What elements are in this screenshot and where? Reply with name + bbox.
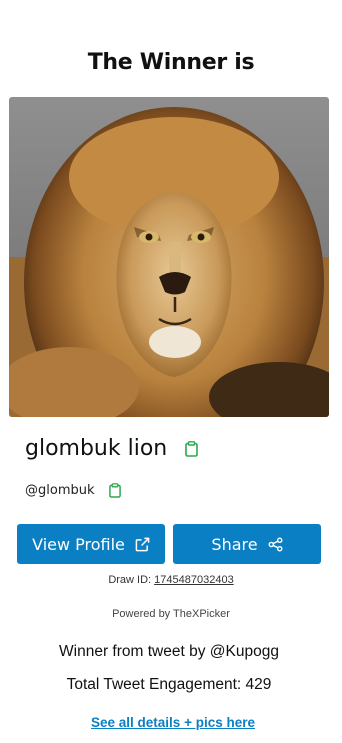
lion-image — [9, 97, 329, 417]
winner-photo — [9, 97, 329, 417]
share-icon — [268, 537, 283, 552]
view-profile-label: View Profile — [32, 534, 125, 554]
winner-name: glombuk lion — [25, 436, 168, 461]
draw-id-value[interactable]: 1745487032403 — [154, 574, 234, 586]
draw-id-label: Draw ID: — [108, 574, 152, 586]
page-title: The Winner is — [87, 50, 255, 75]
winner-handle-row: @glombuk — [25, 483, 121, 498]
winner-handle: @glombuk — [25, 483, 95, 498]
powered-by-text: Powered by TheXPicker — [112, 608, 230, 620]
share-button[interactable]: Share — [173, 524, 321, 564]
draw-id-line: Draw ID: 1745487032403 — [0, 574, 342, 586]
copy-handle-icon[interactable] — [108, 483, 121, 498]
tweet-engagement: Total Tweet Engagement: 429 — [66, 676, 272, 693]
share-label: Share — [211, 534, 258, 554]
winner-name-row: glombuk lion — [25, 436, 199, 461]
see-details-link[interactable]: See all details + pics here — [0, 715, 342, 730]
winner-from-tweet: Winner from tweet by @Kupogg — [59, 643, 279, 660]
external-link-icon — [135, 537, 150, 552]
view-profile-button[interactable]: View Profile — [17, 524, 165, 564]
copy-name-icon[interactable] — [185, 440, 199, 457]
